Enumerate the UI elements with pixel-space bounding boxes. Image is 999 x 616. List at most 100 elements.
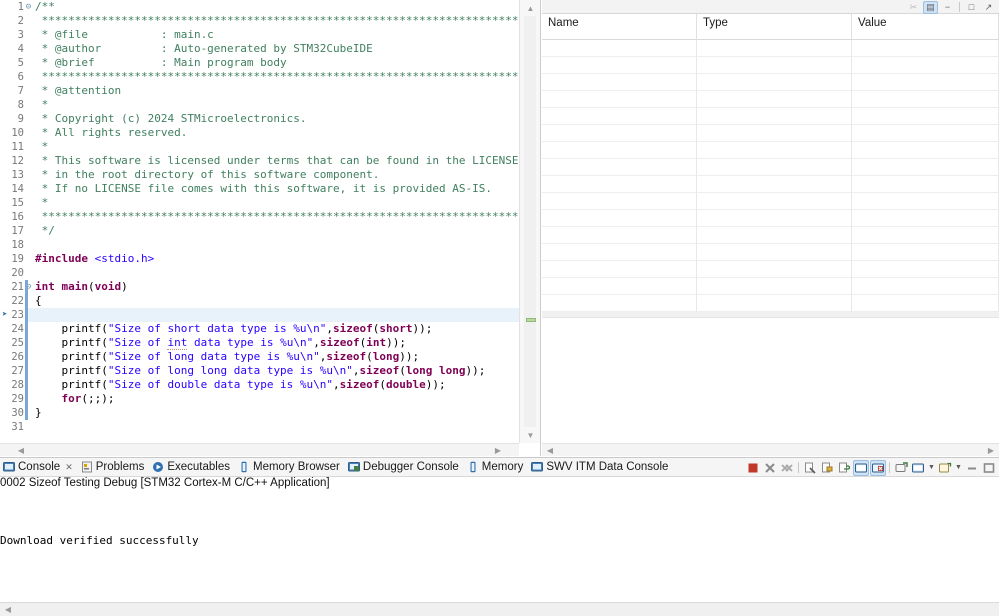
code-line[interactable]: 6 **************************************… [0,70,519,84]
variables-column-header[interactable]: Type [697,14,852,40]
code-line[interactable]: 19 #include <stdio.h> [0,252,519,266]
variables-cell[interactable] [542,108,697,125]
variables-cell[interactable] [542,40,697,57]
code-line[interactable]: 9 * Copyright (c) 2024 STMicroelectronic… [0,112,519,126]
word-wrap-icon[interactable] [836,460,852,476]
code-line[interactable]: 28 printf("Size of double data type is %… [0,378,519,392]
code-text[interactable]: #include <stdio.h> [33,252,154,266]
code-content[interactable]: 1 ⊝/** 2 *********************************… [0,0,519,434]
variables-cell[interactable] [697,125,852,142]
variables-cell[interactable] [697,295,852,312]
variables-cell[interactable] [852,74,999,91]
open-console-caret[interactable]: ▼ [927,460,936,476]
code-line[interactable]: 8 * [0,98,519,112]
console-tab-problems[interactable]: Problems [78,458,150,477]
code-line[interactable]: 18 [0,238,519,252]
variables-cell[interactable] [852,176,999,193]
variables-cell[interactable] [542,57,697,74]
variables-row[interactable] [542,193,999,210]
variables-row[interactable] [542,108,999,125]
variables-row[interactable] [542,91,999,108]
scroll-down-arrow-icon[interactable]: ▼ [520,427,541,443]
code-line[interactable]: 2 **************************************… [0,14,519,28]
code-text[interactable]: /** [33,0,55,14]
editor-text-area[interactable]: 1 ⊝/** 2 *********************************… [0,0,519,443]
show-type-names-icon[interactable]: ▤ [923,0,938,14]
editor-vscroll-thumb[interactable] [524,18,536,318]
code-line[interactable]: 31 [0,420,519,434]
code-text[interactable]: ****************************************… [33,70,519,84]
open-console-icon[interactable] [910,460,926,476]
collapse-all-icon[interactable]: − [940,1,955,14]
variables-cell[interactable] [697,142,852,159]
code-text[interactable] [33,238,42,252]
variables-cell[interactable] [697,108,852,125]
code-text[interactable]: * @author : Auto-generated by STM32CubeI… [33,42,373,56]
variables-cell[interactable] [852,295,999,312]
code-text[interactable]: printf("Size of short data type is %u\n"… [33,322,433,336]
variables-row[interactable] [542,159,999,176]
close-icon[interactable]: ✕ [65,462,73,473]
editor-horizontal-scrollbar[interactable]: ◀ ▶ [0,443,519,456]
code-line[interactable]: 10 * All rights reserved. [0,126,519,140]
terminate-icon[interactable] [745,460,761,476]
variables-row[interactable] [542,227,999,244]
code-line[interactable]: 5 * @brief : Main program body [0,56,519,70]
variables-cell[interactable] [852,261,999,278]
code-text[interactable]: * [33,196,49,210]
code-line[interactable]: 4 * @author : Auto-generated by STM32Cub… [0,42,519,56]
code-line[interactable]: 7 * @attention [0,84,519,98]
code-line[interactable]: 16 *************************************… [0,210,519,224]
variables-row[interactable] [542,295,999,312]
code-text[interactable]: * @file : main.c [33,28,214,42]
console-tab-memory-browser[interactable]: Memory Browser [235,458,345,477]
variables-cell[interactable] [542,227,697,244]
variables-column-header[interactable]: Name [542,14,697,40]
variables-cell[interactable] [852,244,999,261]
variables-cell[interactable] [697,74,852,91]
code-text[interactable]: for(;;); [33,392,115,406]
code-line[interactable]: 22 { [0,294,519,308]
variables-cell[interactable] [697,91,852,108]
code-line[interactable]: 14 * If no LICENSE file comes with this … [0,182,519,196]
variables-horizontal-scrollbar[interactable]: ◀ ▶ [542,443,999,456]
code-text[interactable]: * @attention [33,84,121,98]
variables-row[interactable] [542,40,999,57]
editor-vertical-scrollbar[interactable]: ▲ ▼ [519,0,540,443]
console-horizontal-scrollbar[interactable]: ◀ [0,602,999,616]
variables-cell[interactable] [697,278,852,295]
variables-row[interactable] [542,74,999,91]
variables-row-list[interactable] [542,40,999,443]
code-text[interactable]: * Copyright (c) 2024 STMicroelectronics. [33,112,307,126]
remove-all-launches-icon[interactable] [779,460,795,476]
code-text[interactable]: */ [33,224,55,238]
code-line[interactable]: 29 for(;;); [0,392,519,406]
variables-row[interactable] [542,278,999,295]
variables-cell[interactable] [542,176,697,193]
code-line[interactable]: 3 * @file : main.c [0,28,519,42]
variables-row[interactable] [542,176,999,193]
view-menu-icon[interactable]: ↗ [981,1,996,14]
variables-cell[interactable] [697,176,852,193]
code-line[interactable]: 12 * This software is licensed under ter… [0,154,519,168]
variables-cell[interactable] [852,227,999,244]
variables-cell[interactable] [852,125,999,142]
new-console-caret[interactable]: ▼ [954,460,963,476]
variables-cell[interactable] [542,193,697,210]
variables-cell[interactable] [852,159,999,176]
code-text[interactable]: * [33,98,49,112]
code-text[interactable] [33,420,42,434]
console-scroll-left-arrow-icon[interactable]: ◀ [2,604,14,615]
variables-cell[interactable] [542,91,697,108]
code-line[interactable]: 30} [0,406,519,420]
variables-cell[interactable] [852,57,999,74]
show-console-on-output-icon[interactable] [853,459,869,476]
variables-cell[interactable] [542,295,697,312]
new-console-view-icon[interactable] [937,460,953,476]
variables-scroll-left-arrow-icon[interactable]: ◀ [544,445,556,456]
variables-cell[interactable] [697,40,852,57]
clear-console-icon[interactable] [802,460,818,476]
variables-cell[interactable] [542,244,697,261]
pin-console-icon[interactable] [870,459,886,476]
variables-cell[interactable] [852,142,999,159]
